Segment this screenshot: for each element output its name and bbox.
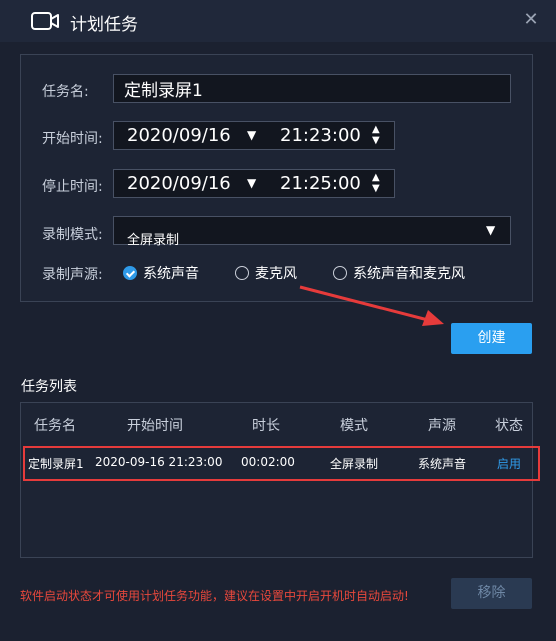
- start-datetime-field[interactable]: 2020/09/16 ▼ 21:23:00 ▲ ▼: [113, 121, 395, 150]
- audio-option-mic[interactable]: 麦克风: [235, 263, 297, 283]
- record-mode-select[interactable]: 全屏录制 ▼: [113, 216, 511, 248]
- stop-date-dropdown-icon[interactable]: ▼: [247, 176, 256, 190]
- remove-button[interactable]: 移除: [451, 578, 532, 609]
- camera-icon: [31, 12, 59, 30]
- task-name-label: 任务名:: [42, 84, 89, 100]
- stop-time-spinner-icon[interactable]: ▲ ▼: [372, 172, 380, 194]
- row-highlight-annotation: [23, 446, 540, 481]
- start-date-value: 2020/09/16: [127, 125, 231, 146]
- stop-date-value: 2020/09/16: [127, 173, 231, 194]
- close-icon[interactable]: ✕: [520, 9, 542, 31]
- stop-time-label: 停止时间:: [42, 179, 103, 195]
- task-list-title: 任务列表: [21, 379, 77, 395]
- start-date-dropdown-icon[interactable]: ▼: [247, 128, 256, 142]
- record-mode-value: 全屏录制: [127, 233, 180, 248]
- audio-option-label: 系统声音和麦克风: [353, 266, 465, 282]
- column-header-mode: 模式: [340, 418, 368, 434]
- column-header-audio-source: 声源: [428, 418, 456, 434]
- radio-unchecked-icon[interactable]: [235, 266, 249, 280]
- task-name-input[interactable]: 定制录屏1: [113, 74, 511, 103]
- column-header-task-name: 任务名: [34, 418, 76, 434]
- stop-datetime-field[interactable]: 2020/09/16 ▼ 21:25:00 ▲ ▼: [113, 169, 395, 198]
- title-bar: 计划任务 ✕: [0, 0, 556, 42]
- record-mode-label: 录制模式:: [42, 227, 103, 243]
- create-button[interactable]: 创建: [451, 323, 532, 354]
- stop-time-value: 21:25:00: [280, 173, 361, 194]
- column-header-start-time: 开始时间: [127, 418, 183, 434]
- radio-unchecked-icon[interactable]: [333, 266, 347, 280]
- warning-message: 软件启动状态才可使用计划任务功能，建议在设置中开启开机时自动启动!: [20, 589, 409, 603]
- audio-option-system[interactable]: 系统声音: [123, 263, 199, 283]
- task-name-value: 定制录屏1: [124, 81, 203, 101]
- start-time-spinner-icon[interactable]: ▲ ▼: [372, 124, 380, 146]
- audio-source-label: 录制声源:: [42, 267, 103, 283]
- radio-checked-icon[interactable]: [123, 266, 137, 280]
- start-time-value: 21:23:00: [280, 125, 361, 146]
- column-header-status: 状态: [495, 418, 523, 434]
- window-title: 计划任务: [70, 15, 138, 35]
- audio-option-label: 系统声音: [143, 266, 199, 282]
- audio-option-system-and-mic[interactable]: 系统声音和麦克风: [333, 263, 465, 283]
- chevron-down-icon[interactable]: ▼: [486, 223, 495, 237]
- column-header-duration: 时长: [252, 418, 280, 434]
- audio-option-label: 麦克风: [255, 266, 297, 282]
- start-time-label: 开始时间:: [42, 131, 103, 147]
